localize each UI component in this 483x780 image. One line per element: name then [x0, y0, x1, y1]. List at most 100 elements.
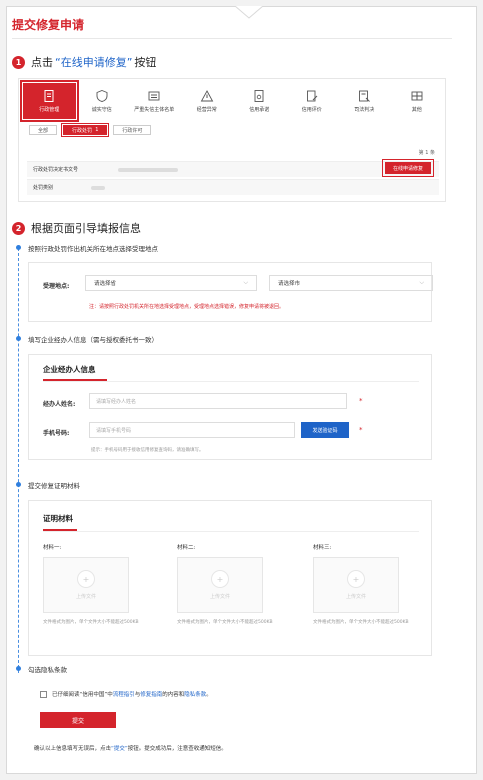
- upload-label: 上传文件: [209, 594, 230, 600]
- timeline-step-privacy: 勾选隐私条款: [28, 666, 67, 674]
- category-label: 经营异常: [196, 107, 217, 113]
- subtab-penalty-label: 行政处罚: [72, 127, 93, 134]
- pointer-notch: [235, 6, 263, 19]
- other-icon: [411, 91, 423, 101]
- city-placeholder: 请选择市: [278, 281, 301, 287]
- row-label: 处罚类别: [33, 185, 54, 191]
- upload-icon: +: [211, 570, 229, 588]
- timeline-line: [18, 248, 19, 673]
- category-blacklist[interactable]: 严重失信主体名单: [128, 83, 181, 119]
- material-3-label: 材料三:: [313, 545, 332, 551]
- privacy-agreement: 已仔细阅读“信用中国”中 流程指引 与 修复指南 的内容和 隐私条款 。: [40, 690, 212, 698]
- timeline-dot: [16, 482, 21, 487]
- section-divider: [43, 531, 419, 532]
- rating-icon: [306, 90, 318, 102]
- category-rating[interactable]: 信用评价: [286, 83, 339, 119]
- location-label: 受理地点:: [43, 283, 70, 290]
- step1-heading: 1 点击 “在线申请修复” 按钮: [12, 54, 156, 70]
- category-admin[interactable]: 行政管理: [20, 80, 79, 122]
- category-bar: 行政管理 诚实守信 严重失信主体名单 经营异常 信用承诺 信用评价 司法判决 其…: [20, 80, 444, 122]
- agent-section-title: 企业经办人信息: [43, 365, 96, 374]
- footer-note: 确认以上信息填写无误后，点击“提交”按钮。提交成功后，注意查收通知短信。: [34, 744, 227, 752]
- alert-icon: [200, 90, 214, 102]
- category-label: 信用评价: [301, 107, 322, 113]
- category-promise[interactable]: 信用承诺: [233, 83, 286, 119]
- footer-text: 确认以上信息填写无误后，点击: [34, 746, 112, 752]
- material-2-upload[interactable]: + 上传文件: [177, 557, 263, 613]
- upload-icon: +: [347, 570, 365, 588]
- blurred-value: [91, 185, 106, 190]
- subtab-license[interactable]: 行政许可: [113, 125, 152, 135]
- timeline-step-agent: 填写企业经办人信息（需与授权委托书一致）: [28, 336, 158, 344]
- send-code-button[interactable]: 发送验证码: [301, 422, 349, 438]
- material-1-label: 材料一:: [43, 545, 62, 551]
- online-repair-button[interactable]: 在线申请修复: [381, 159, 435, 177]
- shield-icon: [96, 90, 108, 102]
- category-other[interactable]: 其他: [391, 83, 444, 119]
- title-divider: [12, 38, 452, 39]
- step2-number: 2: [12, 221, 25, 235]
- material-3-format-hint: 文件格式为图片，单个文件大小不能超过500KB: [313, 620, 409, 625]
- step1-prefix: 点击: [31, 56, 53, 69]
- credit-record-mockup: 行政管理 诚实守信 严重失信主体名单 经营异常 信用承诺 信用评价 司法判决 其…: [18, 78, 446, 202]
- phone-hint: 提示：手机号码用于接收信用修复查询码，请准确填写。: [91, 448, 204, 453]
- location-card: 受理地点: 请选择省 ⌵ 请选择市 ⌵ 注：请按照行政处罚机关所在地选择受理地点…: [28, 262, 433, 322]
- phone-label: 手机号码:: [43, 430, 70, 437]
- section-divider: [43, 381, 419, 382]
- repair-guide-link[interactable]: 修复指南: [140, 690, 162, 698]
- material-1-upload[interactable]: + 上传文件: [43, 557, 129, 613]
- category-label: 司法判决: [354, 107, 375, 113]
- category-label: 行政管理: [39, 107, 60, 113]
- subtab-bar: 全部 行政处罚 1 行政许可: [29, 123, 152, 137]
- blurred-value: [118, 167, 179, 172]
- step1-suffix: 按钮: [134, 56, 157, 69]
- material-3-upload[interactable]: + 上传文件: [313, 557, 399, 613]
- city-select[interactable]: 请选择市 ⌵: [269, 275, 433, 291]
- step1-highlight: “在线申请修复”: [55, 56, 133, 69]
- required-mark: *: [359, 397, 363, 405]
- category-abnormal[interactable]: 经营异常: [181, 83, 234, 119]
- category-label: 其他: [411, 107, 422, 113]
- agree-text: 。: [206, 692, 212, 698]
- subtab-all[interactable]: 全部: [29, 125, 58, 135]
- footer-text: 按钮。提交成功后，注意查收通知短信。: [127, 746, 227, 752]
- timeline-dot: [16, 666, 21, 671]
- agent-card: 企业经办人信息 经办人姓名: 请填写经办人姓名 * 手机号码: 请填写手机号码 …: [28, 354, 432, 460]
- agree-text: 已仔细阅读“信用中国”中: [52, 692, 113, 698]
- chevron-down-icon: ⌵: [243, 279, 248, 286]
- category-label: 信用承诺: [249, 107, 270, 113]
- category-judicial[interactable]: 司法判决: [338, 83, 391, 119]
- agent-name-input[interactable]: 请填写经办人姓名: [89, 393, 347, 409]
- timeline-dot: [16, 336, 21, 341]
- page-title: 提交修复申请: [12, 18, 85, 32]
- agree-checkbox[interactable]: [40, 690, 47, 698]
- agree-text: 的内容和: [162, 692, 185, 698]
- material-1-format-hint: 文件格式为图片，单个文件大小不能超过500KB: [43, 620, 139, 625]
- phone-input[interactable]: 请填写手机号码: [89, 422, 295, 438]
- record-row-category: 处罚类别: [27, 179, 439, 195]
- subtab-penalty[interactable]: 行政处罚 1: [60, 123, 110, 137]
- province-placeholder: 请选择省: [94, 281, 117, 287]
- record-row-doc-number: 行政处罚决定书文号: [27, 161, 439, 177]
- row-label: 行政处罚决定书文号: [33, 167, 79, 173]
- submit-button[interactable]: 提交: [40, 712, 116, 728]
- promise-icon: [254, 90, 264, 102]
- category-label: 诚实守信: [91, 107, 112, 113]
- process-guide-link[interactable]: 流程指引: [113, 690, 135, 698]
- upload-label: 上传文件: [75, 594, 96, 600]
- judgment-icon: [359, 90, 371, 102]
- phone-placeholder: 请填写手机号码: [96, 427, 132, 434]
- upload-label: 上传文件: [345, 594, 366, 600]
- category-label: 严重失信主体名单: [134, 107, 175, 113]
- step1-number: 1: [12, 55, 25, 69]
- category-integrity[interactable]: 诚实守信: [76, 83, 129, 119]
- agent-name-placeholder: 请填写经办人姓名: [96, 398, 137, 405]
- province-select[interactable]: 请选择省 ⌵: [85, 275, 257, 291]
- privacy-terms-link[interactable]: 隐私条款: [184, 690, 206, 698]
- chevron-down-icon: ⌵: [419, 279, 424, 286]
- upload-icon: +: [77, 570, 95, 588]
- timeline-step-location: 按照行政处罚作出机关所在地点选择受理地点: [28, 245, 158, 253]
- material-2-label: 材料二:: [177, 545, 196, 551]
- footer-submit-ref: “提交”: [111, 746, 128, 752]
- list-icon: [148, 91, 160, 101]
